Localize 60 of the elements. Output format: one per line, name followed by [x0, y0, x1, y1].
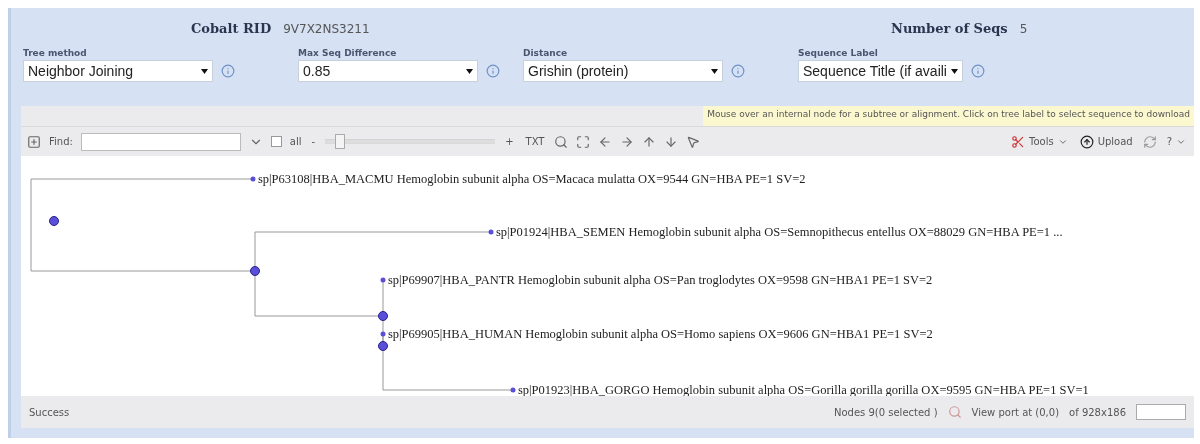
option-select[interactable]: Grishin (protein)	[523, 60, 723, 82]
size-text: of 928x186	[1069, 406, 1126, 418]
caret-icon	[951, 68, 958, 74]
tree-node[interactable]	[380, 277, 386, 283]
option-label: Distance	[523, 48, 569, 58]
status-message: Success	[29, 406, 70, 418]
fit-icon[interactable]	[576, 134, 591, 149]
help-icon[interactable]	[971, 64, 985, 78]
hint-text: Mouse over an internal node for a subtree or alignment. Click on tree label to select sequence to download	[703, 106, 1194, 126]
leaf-label[interactable]: sp|P63108|HBA_MACMU Hemoglobin subunit alpha OS=Macaca mulatta OX=9544 GN=HBA PE=1 SV=2	[258, 172, 806, 186]
tree-node[interactable]	[49, 216, 59, 226]
caret-icon	[711, 68, 718, 74]
option-label: Sequence Label	[798, 48, 879, 58]
tree-node[interactable]	[250, 266, 260, 276]
leaf-label[interactable]: sp|P01924|HBA_SEMEN Hemoglobin subunit alpha OS=Semnopithecus entellus OX=88029 GN=HBA PE=1 ...	[496, 225, 1063, 239]
all-label: all	[289, 136, 302, 147]
upload-icon	[1079, 134, 1094, 149]
zoom-out-button[interactable]: -	[309, 134, 318, 149]
tree-node[interactable]	[378, 341, 388, 351]
option-select[interactable]: 0.85	[298, 60, 478, 82]
zoom-in-button[interactable]: +	[503, 134, 516, 149]
leaf-label[interactable]: sp|P69905|HBA_HUMAN Hemoglobin subunit alpha OS=Homo sapiens OX=9606 GN=HBA1 PE=1 SV=2	[388, 327, 933, 341]
pointer-icon[interactable]	[686, 134, 701, 149]
tree-node[interactable]	[378, 311, 388, 321]
search-icon[interactable]	[554, 134, 569, 149]
help-icon[interactable]	[486, 64, 500, 78]
expand-icon[interactable]	[27, 134, 41, 149]
rid-value: 9V7X2NS3211	[283, 21, 370, 36]
arrow-left-icon[interactable]	[598, 134, 613, 149]
help-icon[interactable]	[221, 64, 235, 78]
upload-button[interactable]: Upload	[1077, 132, 1135, 151]
tree-node[interactable]	[250, 176, 256, 182]
tree-node[interactable]	[380, 331, 386, 337]
caret-icon	[466, 68, 473, 74]
refresh-icon[interactable]	[1142, 134, 1157, 149]
arrow-right-icon[interactable]	[620, 134, 635, 149]
option-label: Max Seq Difference	[298, 48, 398, 58]
option-label: Tree method	[23, 48, 88, 58]
seqs-label: Number of Seqs	[891, 20, 1008, 36]
find-label: Find:	[49, 136, 73, 147]
leaf-label[interactable]: sp|P01923|HBA_GORGO Hemoglobin subunit alpha OS=Gorilla gorilla gorilla OX=9595 GN=HBA PE=1 SV=1	[518, 383, 1089, 396]
tree-node[interactable]	[488, 229, 494, 235]
viewport-text: View port at (0,0)	[971, 406, 1060, 418]
rid-label: Cobalt RID	[191, 20, 272, 36]
leaf-label[interactable]: sp|P69907|HBA_PANTR Hemoglobin subunit alpha OS=Pan troglodytes OX=9598 GN=HBA1 PE=1 SV=2	[388, 273, 933, 287]
txt-button[interactable]: TXT	[523, 134, 547, 149]
find-field[interactable]	[80, 132, 241, 151]
tools-button[interactable]: Tools	[1009, 132, 1070, 151]
help-button[interactable]: ?	[1164, 134, 1188, 149]
overview-box[interactable]	[1136, 404, 1186, 420]
scissors-icon	[1011, 134, 1025, 149]
option-select[interactable]: Neighbor Joining	[23, 60, 213, 82]
all-checkbox[interactable]	[270, 136, 282, 147]
tree-node[interactable]	[510, 387, 516, 393]
help-icon[interactable]	[731, 64, 745, 78]
seqs-value: 5	[1019, 21, 1028, 36]
slider-thumb[interactable]	[334, 134, 345, 149]
node-count: Nodes 9(0 selected )	[833, 406, 938, 418]
option-select[interactable]: Sequence Title (if availi	[798, 60, 963, 82]
caret-icon	[201, 68, 208, 74]
